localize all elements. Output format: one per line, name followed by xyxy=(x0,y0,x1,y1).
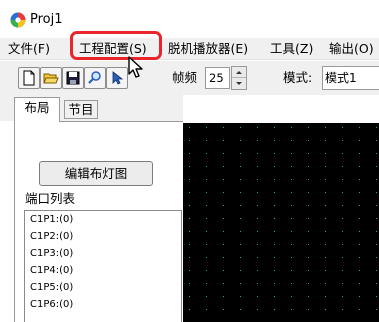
title-bar: Proj1 xyxy=(0,0,379,38)
list-item[interactable]: C1P1:(0) xyxy=(30,213,73,227)
spin-up-button[interactable] xyxy=(232,67,246,78)
menu-file[interactable]: 文件(F) xyxy=(8,40,50,58)
menu-offline-player[interactable]: 脱机播放器(E) xyxy=(168,40,248,58)
search-icon xyxy=(88,71,101,84)
window-title: Proj1 xyxy=(30,12,63,27)
select-button[interactable] xyxy=(106,67,128,89)
tab-program[interactable]: 节目 xyxy=(64,100,98,119)
list-item[interactable]: C1P6:(0) xyxy=(30,298,73,312)
search-button[interactable] xyxy=(84,67,106,89)
port-list[interactable]: C1P1:(0) C1P2:(0) C1P3:(0) C1P4:(0) C1P5… xyxy=(24,210,182,322)
list-item[interactable]: C1P2:(0) xyxy=(30,230,73,244)
menu-tools[interactable]: 工具(Z) xyxy=(270,40,313,58)
layout-panel: 编辑布灯图 端口列表 C1P1:(0) C1P2:(0) C1P3:(0) C1… xyxy=(14,121,183,322)
mode-label: 模式: xyxy=(283,70,313,85)
edit-light-layout-button[interactable]: 编辑布灯图 xyxy=(39,161,153,186)
tab-layout[interactable]: 布局 xyxy=(14,97,60,122)
list-item[interactable]: C1P5:(0) xyxy=(30,281,73,295)
tab-strip: 布局 节目 xyxy=(0,95,183,122)
arrow-down-icon xyxy=(236,82,242,85)
pointer-icon xyxy=(112,71,124,85)
fps-label: 帧频 xyxy=(172,70,198,85)
menu-bar: 文件(F) 工程配置(S) 脱机播放器(E) 工具(Z) 输出(O) xyxy=(0,38,379,60)
mode-select[interactable]: 模式1 xyxy=(322,66,379,90)
new-file-button[interactable] xyxy=(18,67,40,89)
open-button[interactable] xyxy=(40,67,62,89)
fps-spinner[interactable] xyxy=(231,66,247,90)
new-file-icon xyxy=(23,70,35,86)
list-item[interactable]: C1P3:(0) xyxy=(30,247,73,261)
menu-output[interactable]: 输出(O) xyxy=(329,40,374,58)
open-folder-icon xyxy=(43,73,59,84)
save-button[interactable] xyxy=(62,67,84,89)
fps-input[interactable]: 25 xyxy=(205,67,230,89)
arrow-up-icon xyxy=(236,71,242,74)
toolbar: 帧频 25 模式: 模式1 xyxy=(0,61,379,95)
port-list-label: 端口列表 xyxy=(25,191,76,206)
list-item[interactable]: C1P4:(0) xyxy=(30,264,73,278)
app-logo-icon xyxy=(10,12,26,28)
mouse-cursor-icon xyxy=(128,56,143,78)
spin-down-button[interactable] xyxy=(232,78,246,89)
save-icon xyxy=(66,71,80,85)
layout-canvas[interactable] xyxy=(183,123,379,322)
